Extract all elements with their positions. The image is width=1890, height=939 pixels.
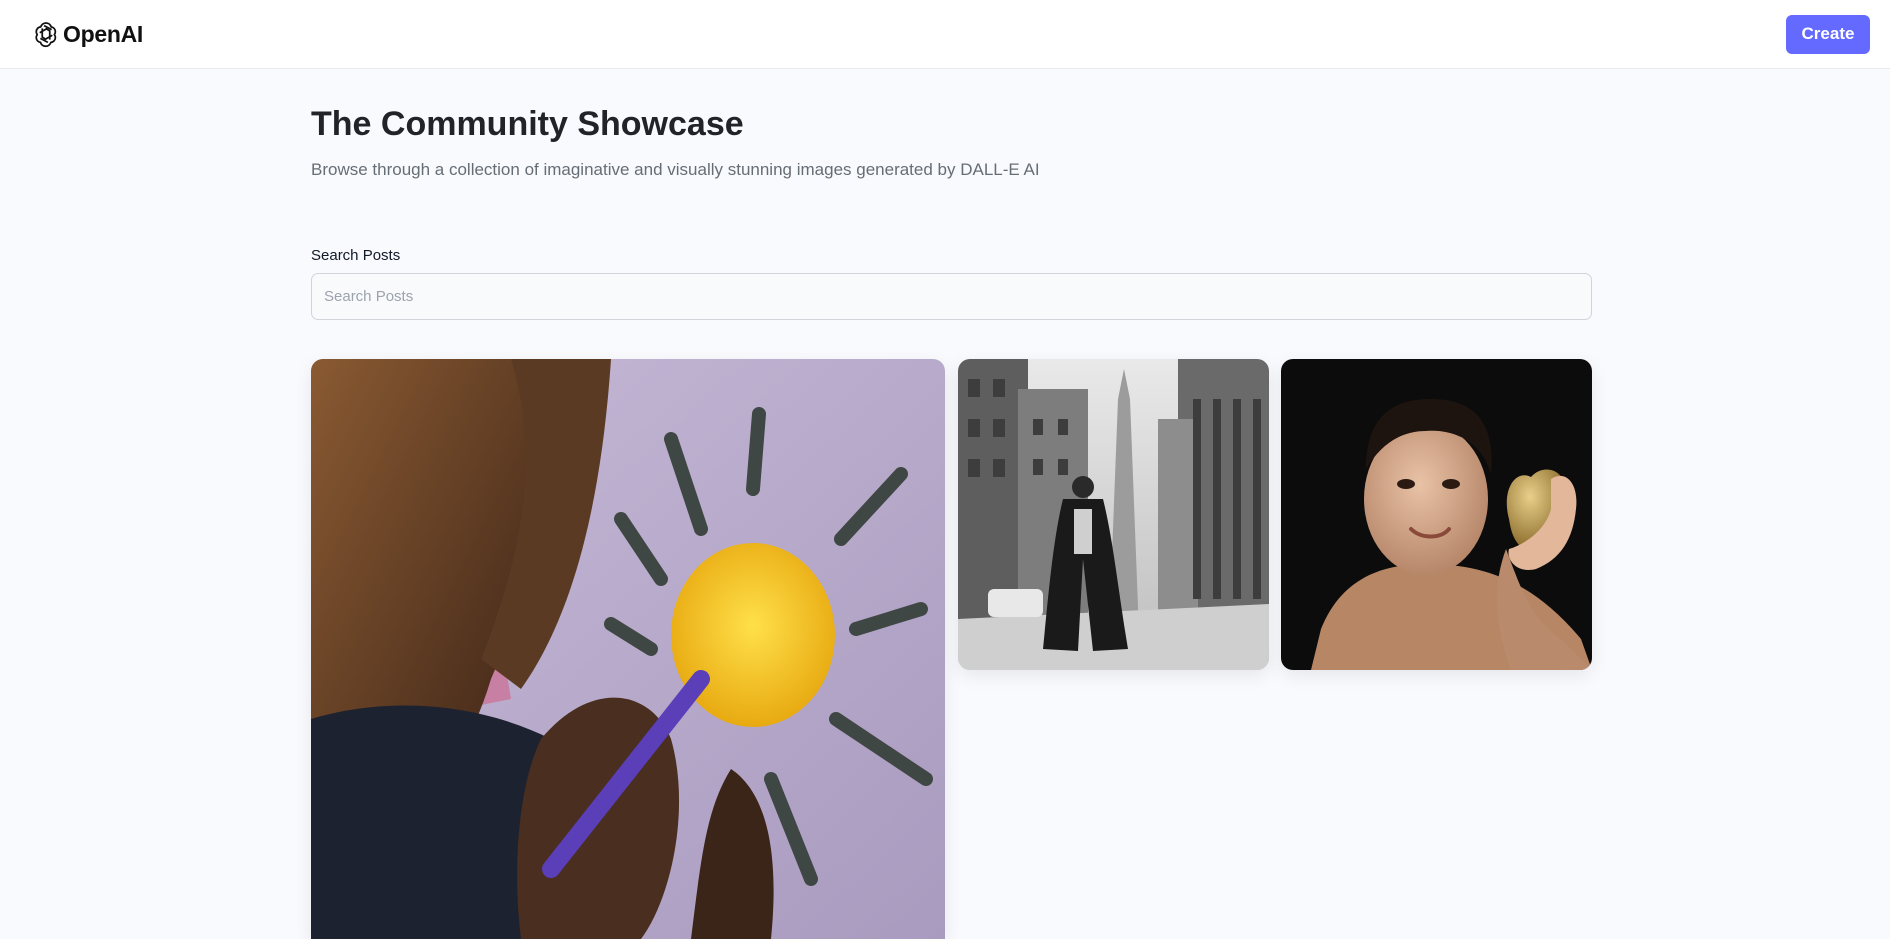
logo-text: OpenAI xyxy=(63,20,143,47)
post-card-child-drawing-sun[interactable] xyxy=(311,359,945,939)
post-image xyxy=(958,359,1269,670)
post-image xyxy=(1281,359,1592,670)
openai-logo[interactable]: OpenAI xyxy=(31,19,143,49)
post-image xyxy=(311,359,945,939)
post-card-boy-golden-heart[interactable] xyxy=(1281,359,1592,670)
page-title: The Community Showcase xyxy=(311,105,744,143)
top-navbar: OpenAI Create xyxy=(0,0,1890,69)
search-label: Search Posts xyxy=(311,247,401,264)
post-card-man-city-street[interactable] xyxy=(958,359,1269,670)
create-button[interactable]: Create xyxy=(1786,14,1870,54)
page-subtitle: Browse through a collection of imaginati… xyxy=(311,160,1040,179)
search-input[interactable] xyxy=(311,273,1592,320)
openai-logo-icon xyxy=(35,22,57,48)
